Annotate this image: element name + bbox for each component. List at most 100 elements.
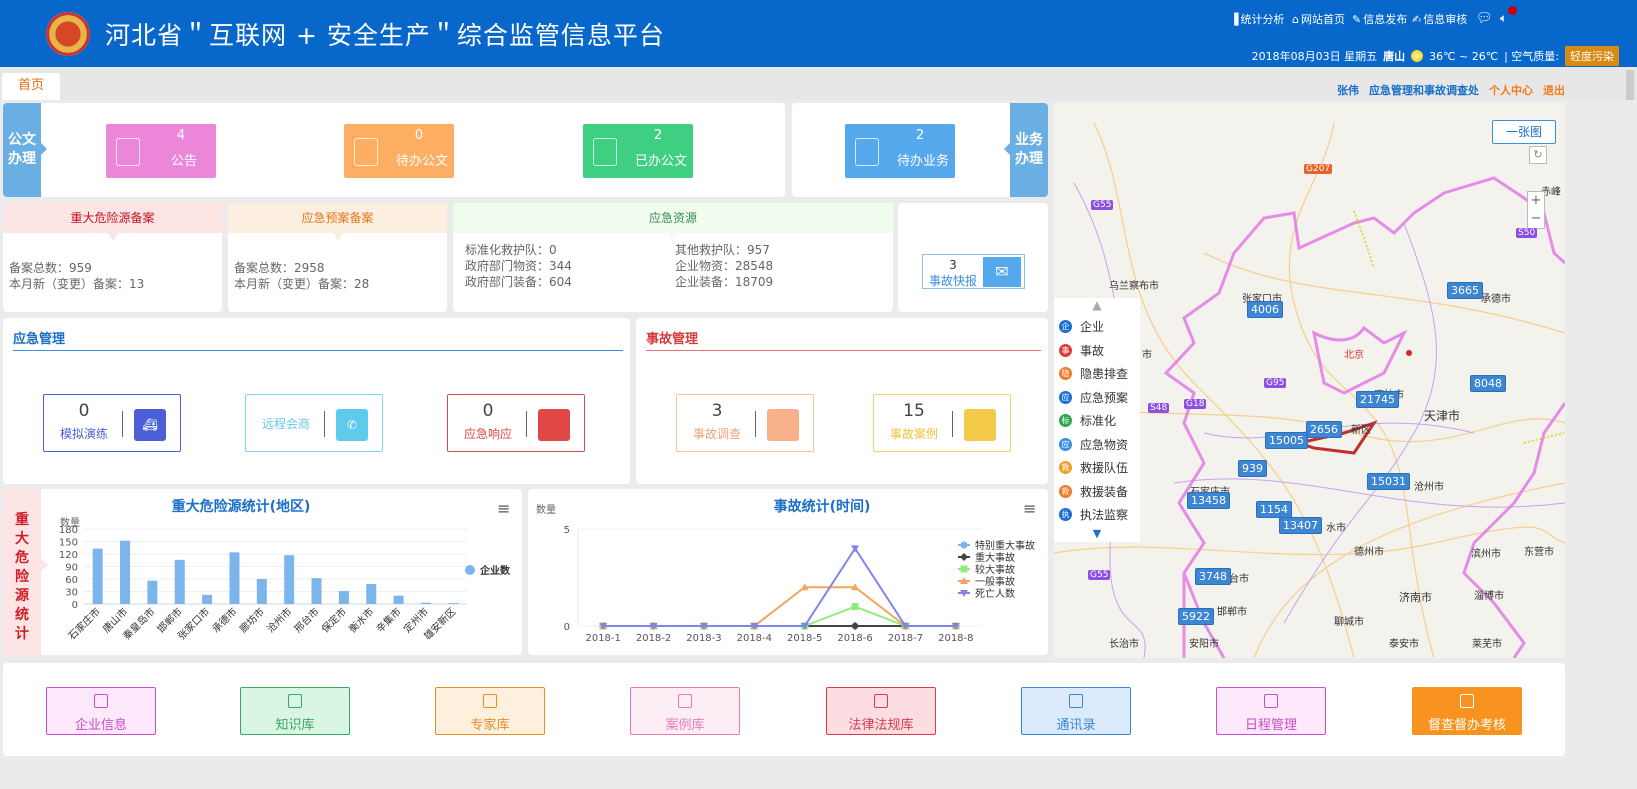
stat-line: 备案总数：959 bbox=[9, 261, 92, 275]
y-tick-label: 90 bbox=[65, 563, 78, 574]
one-map-button[interactable]: 一张图 bbox=[1492, 120, 1556, 144]
x-tick-label: 辛集市 bbox=[373, 605, 403, 635]
nav-review[interactable]: ✍ 信息审核 bbox=[1412, 11, 1467, 27]
pending-docs-card[interactable]: 0 待办公文 bbox=[344, 124, 454, 178]
layer-label: 救援队伍 bbox=[1080, 461, 1129, 476]
map-layer-item[interactable]: 救救援队伍 bbox=[1054, 456, 1140, 480]
module-icon bbox=[94, 694, 108, 708]
bottom-nav-button[interactable]: 日程管理 bbox=[1216, 687, 1326, 735]
bottom-nav-button[interactable]: 通讯录 bbox=[1021, 687, 1131, 735]
map-marker[interactable]: 8048 bbox=[1470, 375, 1506, 392]
y-tick-label: 120 bbox=[59, 550, 78, 561]
layer-icon: 标 bbox=[1059, 414, 1072, 428]
bottom-nav-button[interactable]: 督查督办考核 bbox=[1412, 687, 1522, 735]
logout-link[interactable]: 退出 bbox=[1543, 82, 1565, 98]
map-marker[interactable]: 5922 bbox=[1178, 608, 1214, 625]
bar bbox=[256, 579, 267, 604]
map-layer-item[interactable]: 应应急预案 bbox=[1054, 386, 1140, 410]
layer-label: 应急物资 bbox=[1080, 437, 1129, 452]
map-layer-item[interactable]: 标标准化 bbox=[1054, 409, 1140, 433]
scroll-up-icon[interactable]: ▲ bbox=[1054, 298, 1140, 315]
bottom-nav-button[interactable]: 案例库 bbox=[630, 687, 740, 735]
speaker-icon[interactable]: 🔈︎ bbox=[1500, 11, 1507, 26]
bottom-nav-button[interactable]: 知识库 bbox=[240, 687, 350, 735]
scrollbar[interactable] bbox=[1626, 70, 1634, 100]
remote-meeting-button[interactable]: 远程会商 ✆ bbox=[245, 394, 383, 452]
legend-label: 企业数 bbox=[479, 564, 511, 577]
map-marker[interactable]: 2656 bbox=[1306, 421, 1342, 438]
map-layer-item[interactable]: 事事故 bbox=[1054, 339, 1140, 363]
label: 待办公文 bbox=[395, 154, 448, 169]
hazard-record-panel[interactable]: 重大危险源备案 备案总数：959 本月新（变更）备案：13 bbox=[3, 203, 222, 312]
zoom-out-icon[interactable]: − bbox=[1528, 210, 1544, 228]
map-marker[interactable]: 3665 bbox=[1447, 282, 1483, 299]
business-side-label: 业务办理 bbox=[1010, 103, 1048, 197]
y-axis-label: 数量 bbox=[536, 503, 556, 516]
refresh-icon[interactable]: ↻ bbox=[1529, 146, 1547, 164]
pending-business-card[interactable]: 2 待办业务 bbox=[845, 124, 955, 178]
button-label: 知识库 bbox=[275, 718, 315, 733]
label: 公告 bbox=[170, 154, 197, 169]
map-layer-item[interactable]: 应应急物资 bbox=[1054, 433, 1140, 457]
resources-panel[interactable]: 应急资源 标准化救护队：0 政府部门物资：344 政府部门装备：604 其他救护队：… bbox=[453, 203, 893, 312]
bar-chart-panel: 重大危险源统计 重大危险源统计(地区) 数量 0 30 60 90 120 150 180 石家庄… bbox=[3, 489, 522, 655]
button-label: 案例库 bbox=[665, 718, 705, 733]
map-marker[interactable]: 13458 bbox=[1187, 492, 1230, 509]
city-label: 市 bbox=[1142, 350, 1152, 361]
zoom-in-icon[interactable]: + bbox=[1528, 192, 1544, 210]
x-tick-label: 沧州市 bbox=[264, 605, 294, 635]
bar bbox=[420, 602, 431, 604]
plan-record-panel[interactable]: 应急预案备案 备案总数：2958 本月新（变更）备案：28 bbox=[228, 203, 447, 312]
emergency-response-button[interactable]: 0 应急响应 bbox=[447, 394, 585, 452]
zoom-control[interactable]: + − bbox=[1527, 191, 1545, 229]
map-marker[interactable]: 21745 bbox=[1356, 391, 1399, 408]
y-tick-label: 0 bbox=[564, 622, 570, 633]
drill-button[interactable]: 0 模拟演练 🚑︎ bbox=[43, 394, 181, 452]
map-marker[interactable]: 939 bbox=[1238, 460, 1267, 477]
bottom-nav-button[interactable]: 专家库 bbox=[435, 687, 545, 735]
chart-menu-icon[interactable]: ≡ bbox=[497, 499, 510, 518]
chat-icon[interactable]: 💬︎ bbox=[1476, 11, 1493, 26]
y-tick-label: 0 bbox=[72, 600, 78, 611]
city-label: 东营市 bbox=[1524, 547, 1554, 558]
case-button[interactable]: 15 事故案例 bbox=[873, 394, 1011, 452]
city-label: 聊城市 bbox=[1334, 617, 1364, 628]
map-layer-item[interactable]: 救救援装备 bbox=[1054, 480, 1140, 504]
bar bbox=[202, 594, 213, 604]
bar bbox=[120, 540, 131, 604]
nav-label: 统计分析 bbox=[1240, 13, 1285, 26]
map-marker[interactable]: 3748 bbox=[1195, 568, 1231, 585]
map-marker[interactable]: 15005 bbox=[1265, 432, 1308, 449]
chart-menu-icon[interactable]: ≡ bbox=[1023, 499, 1036, 518]
button-label: 日程管理 bbox=[1244, 718, 1297, 733]
map-marker[interactable]: 1154 bbox=[1256, 501, 1292, 518]
bar bbox=[229, 552, 240, 604]
user-name: 张伟 bbox=[1337, 84, 1359, 97]
stat-line: 企业物资：28548 bbox=[675, 259, 774, 273]
label: 事故快报 bbox=[928, 274, 977, 288]
nav-statistics[interactable]: ▐ 统计分析 bbox=[1230, 11, 1284, 27]
map-marker[interactable]: 13407 bbox=[1279, 517, 1322, 534]
bottom-nav-button[interactable]: 法律法规库 bbox=[826, 687, 936, 735]
done-docs-card[interactable]: 2 已办公文 bbox=[583, 124, 693, 178]
tab-home[interactable]: 首页 bbox=[2, 73, 60, 100]
notice-card[interactable]: 4 公告 bbox=[106, 124, 216, 178]
map-panel[interactable]: G207 G55 S50 G95 S48 G18 G55 乌兰察布市 张家口市 … bbox=[1054, 103, 1565, 658]
personal-center-link[interactable]: 个人中心 bbox=[1489, 82, 1533, 98]
map-layer-item[interactable]: 企企业 bbox=[1054, 315, 1140, 339]
quick-report-button[interactable]: 3 事故快报 ✉ bbox=[922, 254, 1025, 289]
temperature-text: 36℃ ~ 26℃ bbox=[1429, 49, 1499, 63]
layer-label: 应急预案 bbox=[1080, 390, 1129, 405]
map-layer-item[interactable]: 隐隐患排查 bbox=[1054, 362, 1140, 386]
bottom-nav-button[interactable]: 企业信息 bbox=[46, 687, 156, 735]
scroll-down-icon[interactable]: ▼ bbox=[1054, 527, 1140, 540]
investigation-button[interactable]: 3 事故调查 bbox=[676, 394, 814, 452]
city-label: 邯郸市 bbox=[1217, 607, 1247, 618]
map-layer-item[interactable]: 执执法监察 bbox=[1054, 503, 1140, 527]
module-icon bbox=[1460, 694, 1474, 708]
map-marker[interactable]: 15031 bbox=[1367, 473, 1410, 490]
nav-home[interactable]: ⌂ 网站首页 bbox=[1292, 11, 1345, 27]
nav-publish[interactable]: ✎ 信息发布 bbox=[1352, 11, 1407, 27]
map-marker[interactable]: 4006 bbox=[1247, 301, 1283, 318]
layer-label: 隐患排查 bbox=[1080, 367, 1129, 382]
